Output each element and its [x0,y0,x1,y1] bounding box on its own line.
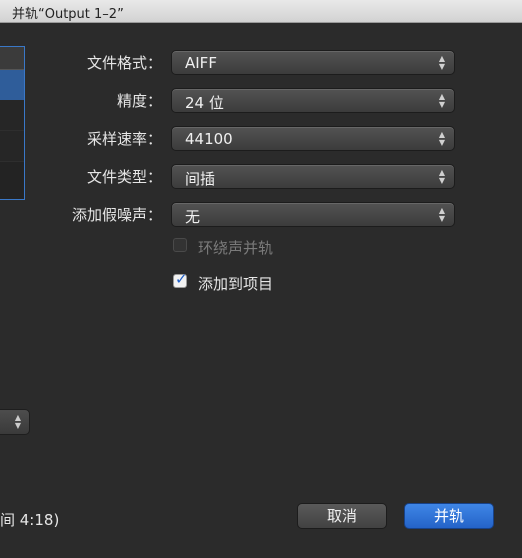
add-to-project-checkbox[interactable]: ✓ [173,270,188,288]
up-down-arrows-icon: ▲ ▼ [438,130,445,147]
bit-depth-select[interactable]: 24 位 ▲ ▼ [171,88,455,113]
mode-popup[interactable]: ▲ ▼ [0,409,30,435]
dither-value: 无 [185,208,201,226]
surround-bounce-checkbox [173,238,187,252]
add-to-project-label[interactable]: 添加到项目 [198,273,273,294]
up-down-arrows-icon: ▲ ▼ [438,168,445,185]
checkmark-icon: ✓ [175,270,188,288]
dither-select[interactable]: 无 ▲ ▼ [171,202,455,227]
file-format-value: AIFF [185,54,217,72]
window-title: 并轨“Output 1–2” [12,7,124,22]
up-down-arrows-icon: ▲ ▼ [14,413,21,430]
file-format-label: 文件格式： [86,54,162,72]
duration-readout: 间 4:18) [0,511,60,529]
up-down-arrows-icon: ▲ ▼ [438,206,445,223]
bounce-button[interactable]: 并轨 [404,503,494,529]
file-type-label: 文件类型： [86,168,162,186]
bit-depth-label: 精度： [116,92,162,110]
surround-bounce-label: 环绕声并轨 [198,239,274,257]
sample-rate-select[interactable]: 44100 ▲ ▼ [171,126,455,151]
sample-rate-label: 采样速率： [86,130,162,148]
dither-label: 添加假噪声： [71,206,162,224]
sample-rate-value: 44100 [185,130,233,148]
up-down-arrows-icon: ▲ ▼ [438,92,445,109]
up-down-arrows-icon: ▲ ▼ [438,54,445,71]
bit-depth-value: 24 位 [185,94,224,112]
file-format-select[interactable]: AIFF ▲ ▼ [171,50,455,75]
title-bar: 并轨“Output 1–2” [0,0,522,23]
file-type-select[interactable]: 间插 ▲ ▼ [171,164,455,189]
cancel-button[interactable]: 取消 [297,503,387,529]
file-type-value: 间插 [185,170,216,188]
